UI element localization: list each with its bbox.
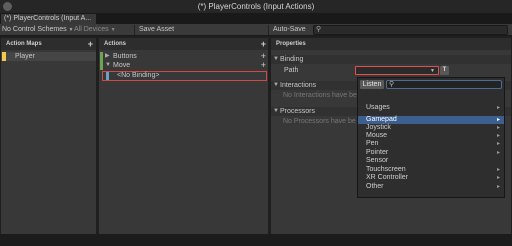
action-marker — [100, 52, 103, 61]
properties-header: Properties — [271, 38, 511, 50]
chevron-right-icon: ▸ — [496, 175, 500, 181]
menu-item-pointer[interactable]: Pointer ▸ — [358, 149, 504, 157]
popup-search-input[interactable]: ⚲ — [386, 80, 502, 89]
chevron-down-icon: ▼ — [430, 68, 435, 74]
chevron-right-icon: ▸ — [496, 125, 500, 131]
auto-save-toggle[interactable]: Auto-Save — [273, 24, 306, 36]
chevron-down-icon[interactable]: ▼ — [105, 61, 111, 70]
chevron-right-icon: ▸ — [496, 105, 500, 111]
action-map-item-player[interactable]: Player — [1, 52, 96, 61]
interactions-empty-text: No Interactions have be — [283, 92, 357, 99]
toolbar: No Control Schemes ▼ All Devices ▼ Save … — [0, 24, 512, 36]
chevron-right-icon[interactable]: ▶ — [105, 52, 110, 61]
menu-item-label: Gamepad — [366, 116, 397, 123]
control-scheme-dropdown[interactable]: No Control Schemes ▼ — [2, 24, 74, 36]
action-item-buttons[interactable]: ▶ Buttons + — [99, 52, 268, 61]
toolbar-divider — [268, 25, 269, 35]
menu-item-label: Pointer — [366, 149, 389, 156]
action-item-move[interactable]: ▼ Move + — [99, 61, 268, 70]
action-map-marker — [2, 52, 6, 61]
chevron-down-icon: ▼ — [273, 56, 279, 62]
actions-panel: Actions + ▶ Buttons + ▼ Move + <No Bindi… — [99, 38, 268, 234]
binding-section-label: Binding — [280, 56, 304, 63]
processors-section-label: Processors — [280, 108, 316, 115]
menu-item-label: Pen — [366, 140, 379, 147]
control-picker-popup: Listen ⚲ Usages ▸ Gamepad ▸ Joystick ▸ M… — [357, 77, 505, 198]
tab-bar: (*) PlayerControls (Input A... — [0, 13, 512, 24]
menu-item-joystick[interactable]: Joystick ▸ — [358, 124, 504, 132]
tab-playercontrols[interactable]: (*) PlayerControls (Input A... — [1, 14, 96, 24]
menu-item-gamepad[interactable]: Gamepad ▸ — [358, 116, 504, 124]
menu-item-pen[interactable]: Pen ▸ — [358, 140, 504, 148]
menu-item-touchscreen[interactable]: Touchscreen ▸ — [358, 166, 504, 174]
chevron-right-icon: ▸ — [496, 167, 500, 173]
window-footer — [0, 234, 512, 246]
menu-item-label: Other — [366, 183, 384, 190]
action-maps-panel: Action Maps + Player — [1, 38, 96, 234]
menu-item-xr-controller[interactable]: XR Controller ▸ — [358, 174, 504, 182]
menu-item-label: Joystick — [366, 124, 391, 131]
chevron-down-icon: ▼ — [68, 27, 74, 33]
action-maps-title: Action Maps — [6, 41, 42, 47]
menu-item-label: Usages — [366, 104, 390, 111]
devices-dropdown[interactable]: All Devices ▼ — [74, 24, 116, 36]
properties-title: Properties — [276, 41, 306, 47]
menu-item-mouse[interactable]: Mouse ▸ — [358, 132, 504, 140]
menu-item-usages[interactable]: Usages ▸ — [358, 104, 504, 112]
action-label: Buttons — [113, 53, 137, 60]
menu-item-other[interactable]: Other ▸ — [358, 183, 504, 191]
path-dropdown[interactable]: ▼ — [355, 66, 439, 75]
interactions-section-label: Interactions — [280, 82, 317, 89]
chevron-right-icon: ▸ — [496, 141, 500, 147]
control-scheme-label: No Control Schemes — [2, 26, 67, 33]
menu-item-label: XR Controller — [366, 174, 409, 181]
action-label: Move — [113, 62, 131, 69]
close-window-button[interactable] — [3, 2, 12, 11]
chevron-down-icon: ▼ — [273, 108, 279, 114]
path-label: Path — [284, 67, 299, 74]
search-icon: ⚲ — [316, 26, 322, 33]
chevron-down-icon: ▼ — [273, 82, 279, 88]
search-icon: ⚲ — [389, 81, 395, 88]
add-binding-button[interactable]: + — [261, 61, 266, 70]
actions-title: Actions — [104, 41, 127, 47]
menu-item-sensor[interactable]: Sensor — [358, 157, 504, 165]
menu-item-label: Sensor — [366, 157, 389, 164]
text-mode-button[interactable]: T — [440, 66, 449, 75]
chevron-right-icon: ▸ — [496, 184, 500, 190]
binding-section-header[interactable]: ▼ Binding — [271, 55, 511, 64]
add-action-map-button[interactable]: + — [88, 38, 93, 50]
action-map-label: Player — [15, 53, 35, 60]
binding-item-no-binding[interactable]: <No Binding> — [102, 71, 267, 81]
chevron-right-icon: ▸ — [496, 117, 500, 123]
actions-header: Actions + — [99, 38, 268, 50]
devices-label: All Devices — [74, 26, 109, 33]
action-marker — [100, 61, 103, 70]
processors-empty-text: No Processors have be — [283, 118, 356, 125]
listen-button[interactable]: Listen — [360, 80, 384, 89]
search-input[interactable]: ⚲ — [313, 25, 508, 35]
window-title: (*) PlayerControls (Input Actions) — [197, 2, 315, 11]
window-titlebar: (*) PlayerControls (Input Actions) — [0, 0, 512, 13]
binding-label: <No Binding> — [117, 72, 160, 79]
binding-marker — [106, 72, 109, 80]
chevron-down-icon: ▼ — [110, 27, 116, 33]
menu-item-label: Mouse — [366, 132, 388, 139]
add-action-button[interactable]: + — [261, 38, 266, 50]
save-asset-button[interactable]: Save Asset — [139, 24, 174, 36]
chevron-right-icon: ▸ — [496, 150, 500, 156]
chevron-right-icon: ▸ — [496, 133, 500, 139]
action-maps-header: Action Maps + — [1, 38, 96, 50]
toolbar-divider — [134, 25, 135, 35]
menu-item-label: Touchscreen — [366, 166, 406, 173]
